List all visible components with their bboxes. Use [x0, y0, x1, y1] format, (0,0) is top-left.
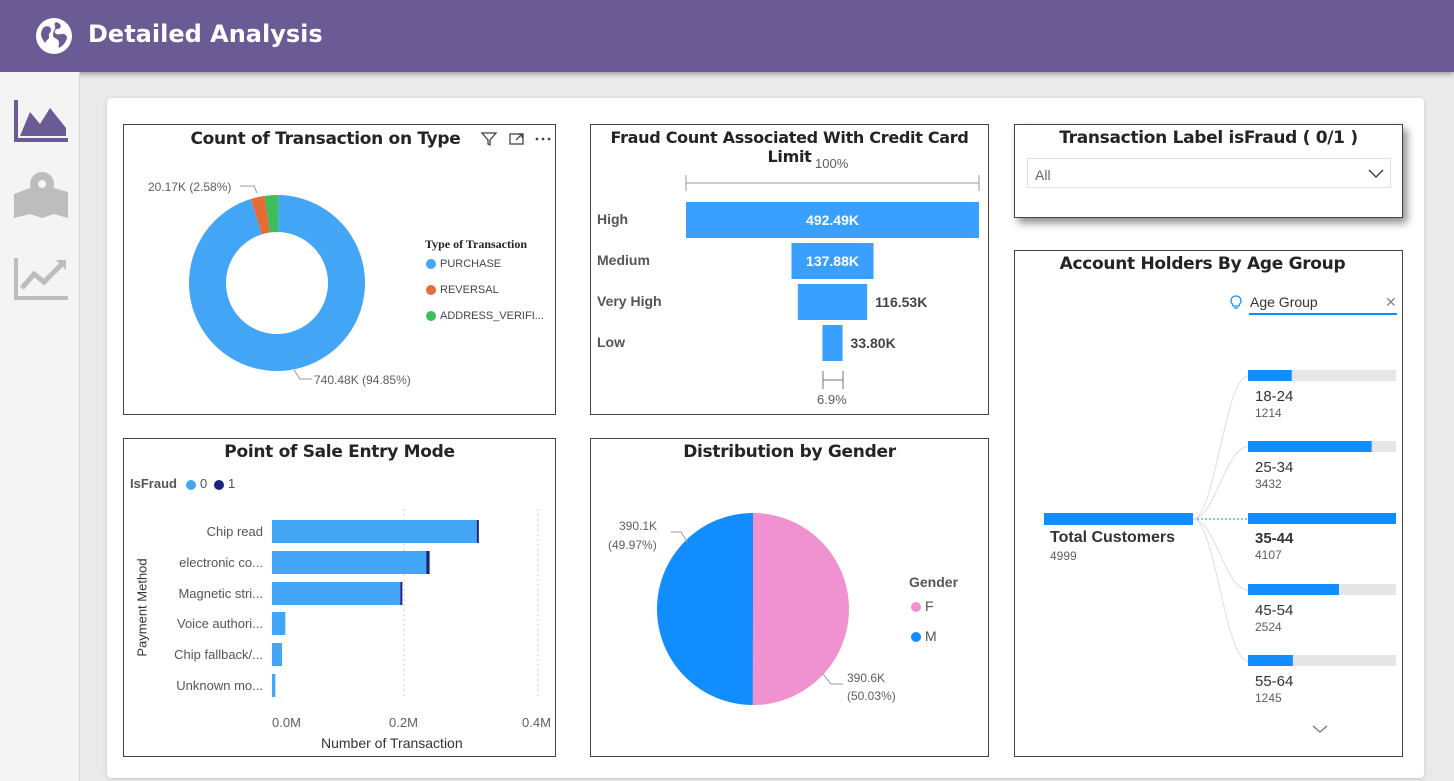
- pos-bar-isfraud-0[interactable]: [272, 674, 276, 697]
- age-bar-18-24[interactable]: [1248, 370, 1292, 381]
- age-bar-35-44[interactable]: [1248, 513, 1396, 524]
- donut-legend-title: Type of Transaction: [425, 237, 528, 251]
- pos-category: Chip fallback/...: [174, 647, 263, 662]
- funnel-value-label: 137.88K: [806, 253, 859, 269]
- app-header: Detailed Analysis: [0, 0, 1454, 72]
- line-chart-icon[interactable]: [12, 254, 70, 302]
- age-group-label: 55-64: [1255, 673, 1294, 690]
- map-icon[interactable]: [12, 170, 70, 218]
- gender-slice-m[interactable]: [656, 513, 753, 705]
- funnel-value-label: 116.53K: [875, 294, 927, 310]
- age-bar-55-64[interactable]: [1248, 655, 1293, 666]
- pos-entry-mode-card[interactable]: Point of Sale Entry Mode IsFraud 0 1 Pay…: [123, 438, 556, 757]
- globe-icon: [36, 18, 72, 54]
- gender-legend-item[interactable]: M: [911, 628, 937, 644]
- pos-bar-isfraud-0[interactable]: [272, 643, 282, 666]
- pos-tick: 0.2M: [389, 715, 418, 730]
- age-group-label: 18-24: [1255, 388, 1294, 405]
- age-bar-25-34[interactable]: [1248, 441, 1372, 452]
- donut-label-big: 740.48K (94.85%): [314, 373, 411, 387]
- sidebar: [0, 72, 80, 781]
- gender-legend-item[interactable]: F: [911, 598, 934, 614]
- root-value: 4999: [1050, 549, 1077, 563]
- pos-category: Chip read: [206, 524, 263, 539]
- funnel-chart: 492.49K 137.88K 116.53K 33.80K: [685, 175, 980, 389]
- pos-bar-isfraud-0[interactable]: [272, 520, 477, 543]
- dropdown-value: All: [1035, 167, 1051, 183]
- root-label: Total Customers: [1050, 529, 1176, 546]
- pos-bar-isfraud-0[interactable]: [272, 612, 286, 635]
- gender-slice-f[interactable]: [752, 513, 849, 705]
- pos-bar-isfraud-1[interactable]: [400, 582, 403, 605]
- funnel-bar-very-high[interactable]: [797, 284, 868, 320]
- funnel-category-label: Medium: [597, 252, 650, 268]
- pos-category: Unknown mo...: [176, 678, 263, 693]
- gender-label-m-2: (49.97%): [608, 538, 657, 552]
- legend-dot: [426, 285, 436, 296]
- legend-dot: [426, 259, 436, 270]
- funnel-category-label: Very High: [597, 293, 662, 309]
- gender-distribution-card[interactable]: Distribution by Gender 390.1K (49.97%) 3…: [590, 438, 989, 757]
- age-bar-45-54[interactable]: [1248, 584, 1339, 595]
- age-group-label: 45-54: [1255, 602, 1294, 619]
- age-group-card[interactable]: Account Holders By Age Group Age Group ✕…: [1014, 250, 1403, 757]
- transaction-type-card[interactable]: Count of Transaction on Type 20.17K (2.5…: [123, 124, 556, 415]
- pos-bar-isfraud-1[interactable]: [476, 520, 479, 543]
- gender-label-f-1: 390.6K: [847, 671, 885, 685]
- pos-tick: 0.4M: [522, 715, 551, 730]
- donut-legend-item[interactable]: PURCHASE: [426, 258, 501, 270]
- isfraud-slicer-card: Transaction Label isFraud ( 0/1 ) All: [1014, 124, 1403, 218]
- donut-legend-item[interactable]: ADDRESS_VERIFI...: [426, 310, 544, 322]
- area-chart-icon[interactable]: [12, 96, 70, 144]
- legend-dot: [426, 311, 436, 322]
- age-decomposition-tree: [1044, 370, 1396, 666]
- pos-category: electronic co...: [179, 555, 263, 570]
- chevron-down-icon: [1368, 169, 1384, 179]
- funnel-category-label: Low: [597, 334, 625, 350]
- legend-dot: [911, 632, 921, 643]
- pos-xlabel: Number of Transaction: [321, 735, 463, 751]
- donut-label-small: 20.17K (2.58%): [148, 180, 231, 194]
- pos-bar-isfraud-1[interactable]: [426, 551, 430, 574]
- funnel-value-label: 492.49K: [806, 212, 859, 228]
- scroll-down-icon[interactable]: [1311, 723, 1329, 735]
- donut-legend-item[interactable]: REVERSAL: [426, 284, 499, 296]
- age-group-label: 25-34: [1255, 459, 1294, 476]
- funnel-bottom-percent: 6.9%: [817, 392, 847, 407]
- legend-dot: [911, 602, 921, 613]
- gender-legend-title: Gender: [909, 574, 959, 590]
- gender-label-m-1: 390.1K: [619, 519, 657, 533]
- age-group-label: 35-44: [1255, 530, 1294, 547]
- funnel-value-label: 33.80K: [851, 335, 896, 351]
- isfraud-dropdown[interactable]: All: [1027, 158, 1391, 188]
- pos-tick: 0.0M: [272, 715, 301, 730]
- slicer-title: Transaction Label isFraud ( 0/1 ): [1059, 128, 1358, 148]
- page-title: Detailed Analysis: [88, 20, 323, 48]
- age-group-value: 1245: [1255, 691, 1282, 705]
- funnel-category-label: High: [597, 211, 629, 227]
- total-customers-bar[interactable]: [1044, 513, 1193, 525]
- age-group-value: 1214: [1255, 406, 1282, 420]
- donut-chart: 20.17K (2.58%) 740.48K (94.85%): [148, 180, 411, 387]
- age-group-value: 3432: [1255, 477, 1282, 491]
- gender-label-f-2: (50.03%): [847, 689, 896, 703]
- pos-category: Magnetic stri...: [178, 586, 263, 601]
- funnel-bar-low[interactable]: [822, 325, 843, 361]
- pos-bar-isfraud-0[interactable]: [272, 582, 401, 605]
- credit-limit-funnel-card[interactable]: Fraud Count Associated With Credit Card …: [590, 124, 989, 415]
- age-group-value: 2524: [1255, 620, 1282, 634]
- age-group-value: 4107: [1255, 548, 1282, 562]
- pos-bar-isfraud-0[interactable]: [272, 551, 427, 574]
- pos-category: Voice authori...: [177, 616, 263, 631]
